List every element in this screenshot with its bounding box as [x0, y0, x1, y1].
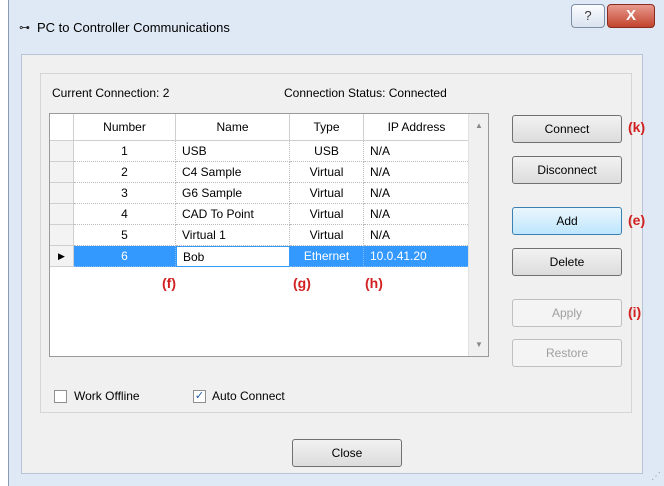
column-header-type[interactable]: Type [290, 114, 364, 141]
scroll-down-icon[interactable]: ▼ [475, 340, 483, 349]
cell-ip-address[interactable]: N/A [364, 225, 470, 246]
annotation-k: (k) [628, 119, 646, 135]
resize-grip-icon[interactable]: ⋰ [651, 471, 661, 482]
dialog-body: Current Connection: 2 Connection Status:… [21, 54, 646, 474]
row-selector[interactable] [50, 162, 74, 183]
delete-button[interactable]: Delete [512, 248, 622, 276]
table-row[interactable]: 4 CAD To Point Virtual N/A [50, 204, 470, 225]
cell-ip-address[interactable]: N/A [364, 204, 470, 225]
help-button[interactable]: ? [571, 4, 605, 28]
auto-connect-label[interactable]: Auto Connect [212, 389, 285, 403]
annotation-e: (e) [628, 212, 646, 228]
vertical-scrollbar[interactable]: ▲ ▼ [468, 114, 488, 356]
connections-table[interactable]: Number Name Type IP Address 1 USB USB N/… [49, 113, 489, 357]
annotation-f: (f) [162, 275, 176, 291]
scroll-up-icon[interactable]: ▲ [475, 121, 483, 130]
table-row[interactable]: 3 G6 Sample Virtual N/A [50, 183, 470, 204]
connection-status-label: Connection Status: Connected [284, 86, 447, 100]
disconnect-button[interactable]: Disconnect [512, 156, 622, 184]
table-row[interactable]: 5 Virtual 1 Virtual N/A [50, 225, 470, 246]
row-selector[interactable] [50, 225, 74, 246]
window-title: PC to Controller Communications [37, 20, 230, 35]
cell-type[interactable]: Virtual [290, 204, 364, 225]
row-selector[interactable] [50, 183, 74, 204]
connector-icon: ⊶ [19, 22, 30, 34]
column-header-ip-address[interactable]: IP Address [364, 114, 470, 141]
cell-name[interactable]: C4 Sample [176, 162, 290, 183]
cell-ip-address[interactable]: N/A [364, 183, 470, 204]
cell-number: 3 [74, 183, 176, 204]
current-connection-label: Current Connection: 2 [52, 86, 170, 100]
cell-name[interactable]: CAD To Point [176, 204, 290, 225]
apply-button[interactable]: Apply [512, 299, 622, 327]
cell-ip-address[interactable]: N/A [364, 141, 470, 162]
cell-name-editor[interactable]: Bob [176, 246, 290, 267]
annotation-i: (i) [628, 304, 642, 320]
cell-ip-address[interactable]: 10.0.41.20 [364, 246, 470, 267]
window-close-button[interactable]: X [607, 4, 655, 28]
table-row[interactable]: 2 C4 Sample Virtual N/A [50, 162, 470, 183]
dialog-window: ⊶ PC to Controller Communications ? X Cu… [8, 0, 664, 486]
cell-number: 6 [74, 246, 176, 267]
current-row-arrow-icon[interactable]: ▶ [50, 246, 74, 267]
restore-button[interactable]: Restore [512, 339, 622, 367]
cell-type[interactable]: USB [290, 141, 364, 162]
row-selector[interactable] [50, 141, 74, 162]
cell-type[interactable]: Virtual [290, 183, 364, 204]
cell-ip-address[interactable]: N/A [364, 162, 470, 183]
work-offline-label[interactable]: Work Offline [74, 389, 140, 403]
table-row-selected[interactable]: ▶ 6 Bob Ethernet 10.0.41.20 [50, 246, 470, 267]
add-button[interactable]: Add [512, 207, 622, 235]
row-selector[interactable] [50, 204, 74, 225]
cell-name[interactable]: Virtual 1 [176, 225, 290, 246]
row-header-corner [50, 114, 74, 141]
annotation-g: (g) [293, 275, 311, 291]
cell-name[interactable]: USB [176, 141, 290, 162]
table-row[interactable]: 1 USB USB N/A [50, 141, 470, 162]
cell-type[interactable]: Virtual [290, 162, 364, 183]
close-button[interactable]: Close [292, 439, 402, 467]
title-bar[interactable]: ⊶ PC to Controller Communications ? X [9, 0, 664, 40]
cell-number: 2 [74, 162, 176, 183]
cell-name[interactable]: G6 Sample [176, 183, 290, 204]
work-offline-checkbox[interactable] [54, 390, 67, 403]
annotation-h: (h) [365, 275, 383, 291]
cell-type[interactable]: Virtual [290, 225, 364, 246]
connect-button[interactable]: Connect [512, 115, 622, 143]
cell-number: 1 [74, 141, 176, 162]
column-header-name[interactable]: Name [176, 114, 290, 141]
column-header-number[interactable]: Number [74, 114, 176, 141]
cell-number: 5 [74, 225, 176, 246]
auto-connect-checkbox[interactable]: ✓ [193, 390, 206, 403]
cell-number: 4 [74, 204, 176, 225]
cell-type[interactable]: Ethernet [290, 246, 364, 267]
